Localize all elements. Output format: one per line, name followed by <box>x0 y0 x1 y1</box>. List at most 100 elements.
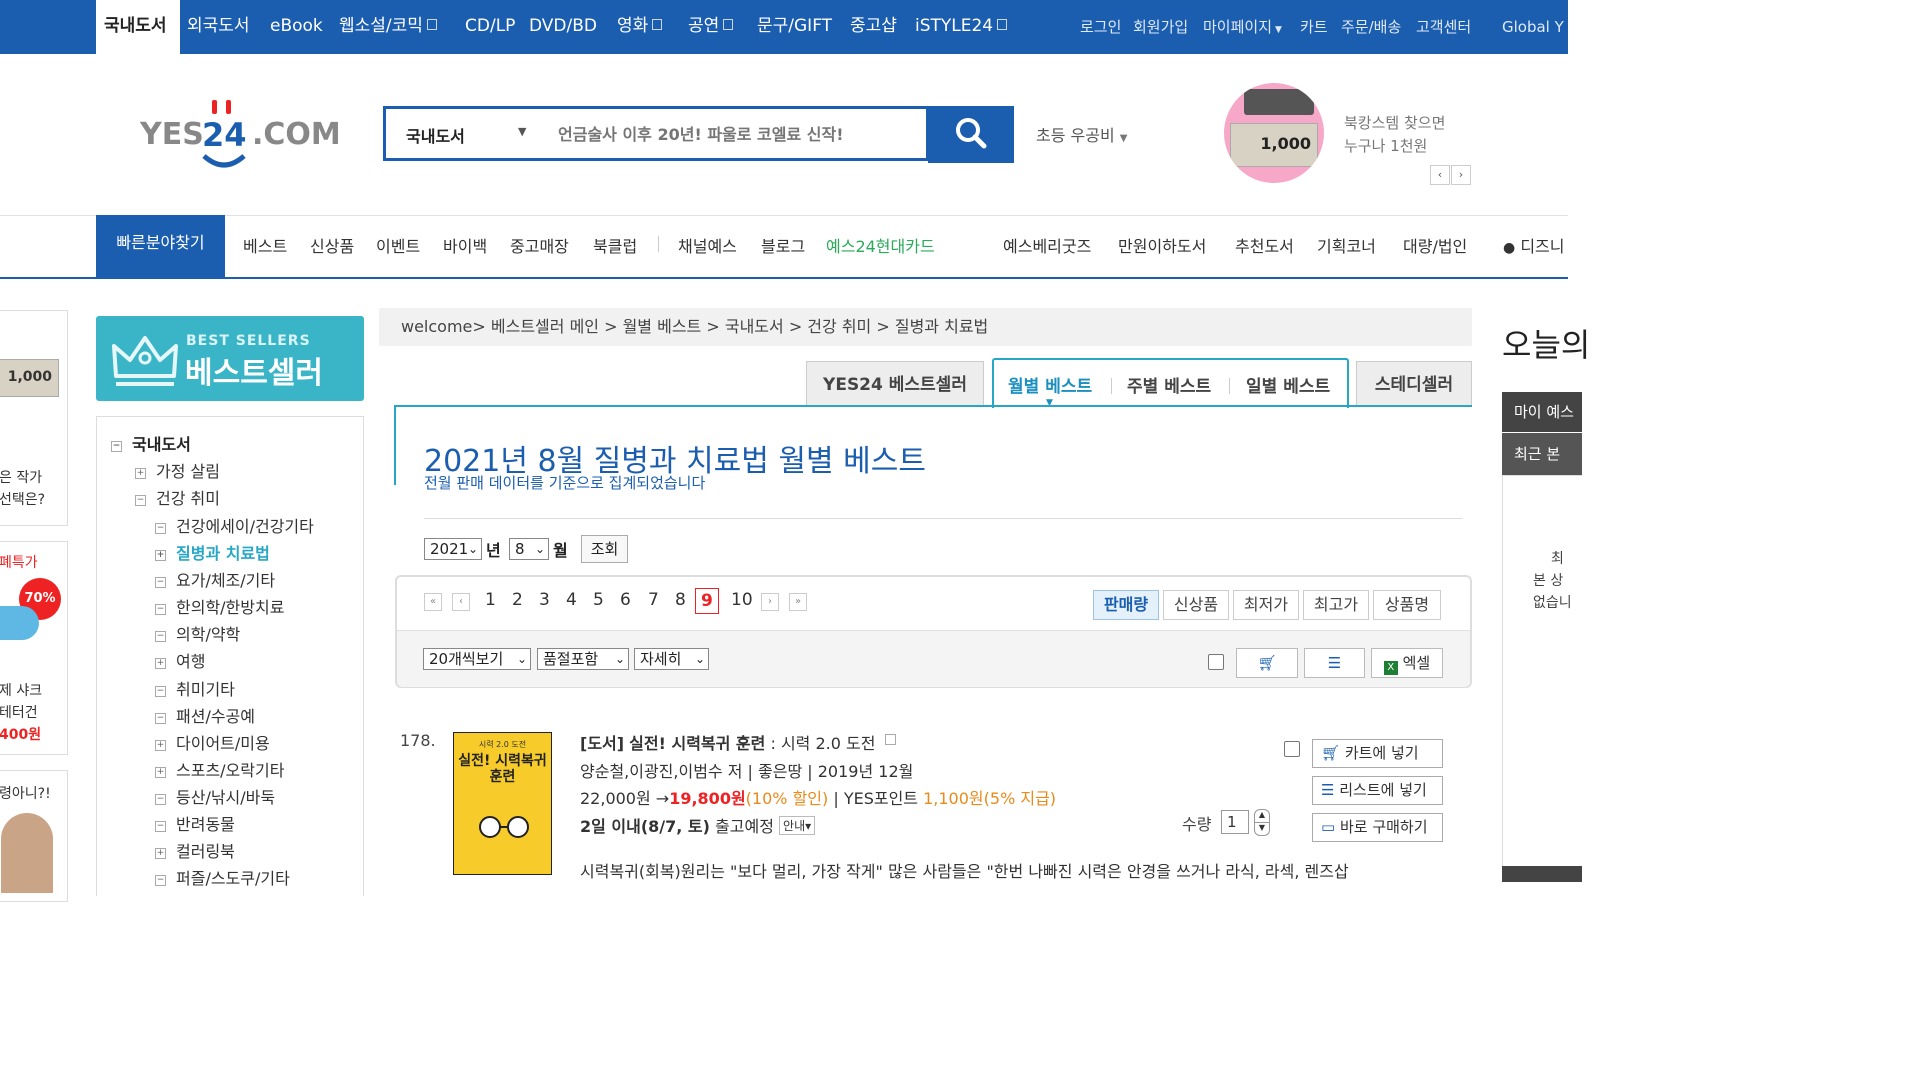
page-link[interactable]: 7 <box>648 590 659 610</box>
top-tab-domestic-books[interactable]: 국내도서 <box>96 0 180 54</box>
top-tab-webnovel[interactable]: 웹소설/코믹 <box>339 0 437 54</box>
promo-prev-button[interactable]: ‹ <box>1430 165 1450 185</box>
tab-steady-seller[interactable]: 스테디셀러 <box>1356 361 1472 407</box>
top-tab-performance[interactable]: 공연 <box>688 0 734 54</box>
nav-best[interactable]: 베스트 <box>243 233 287 257</box>
my-yes-tab[interactable]: 마이 예스 <box>1502 392 1582 432</box>
chevron-down-icon[interactable]: ▼ <box>1254 823 1270 836</box>
new-window-icon[interactable] <box>884 734 896 745</box>
sort-new[interactable]: 신상품 <box>1163 590 1229 620</box>
top-tab-cd-lp[interactable]: CD/LP <box>465 0 515 54</box>
promo-banner-image[interactable]: 1,000 <box>1224 83 1324 183</box>
nav-buyback[interactable]: 바이백 <box>443 233 487 257</box>
search-button[interactable] <box>928 106 1014 163</box>
add-selected-to-cart-button[interactable]: 🛒︎ <box>1236 648 1298 678</box>
category-sub[interactable]: − 반려동물 <box>155 811 235 835</box>
category-home-living[interactable]: + 가정 살림 <box>135 458 220 482</box>
next-page-icon[interactable]: › <box>761 593 779 611</box>
category-sub[interactable]: − 패션/수공예 <box>155 703 255 727</box>
soldout-filter-select[interactable]: 품절포함 ⌄ <box>537 648 629 670</box>
category-sub[interactable]: + 여행 <box>155 648 205 672</box>
customer-center-link[interactable]: 고객센터 <box>1416 0 1471 54</box>
quick-category-button[interactable]: 빠른분야찾기 <box>96 215 225 278</box>
category-sub[interactable]: − 요가/체조/기타 <box>155 567 275 591</box>
nav-event[interactable]: 이벤트 <box>376 233 420 257</box>
nav-bulk-corporate[interactable]: 대량/법인 <box>1403 233 1467 257</box>
tab-daily-best[interactable]: 일별 베스트 <box>1246 372 1330 397</box>
sort-highest-price[interactable]: 최고가 <box>1303 590 1369 620</box>
product-checkbox[interactable] <box>1284 741 1300 757</box>
bestseller-banner[interactable]: BEST SELLERS 베스트셀러 <box>96 316 364 401</box>
top-tab-stationery-gift[interactable]: 문구/GIFT <box>757 0 832 54</box>
sort-product-name[interactable]: 상품명 <box>1373 590 1441 620</box>
nav-under-10000[interactable]: 만원이하도서 <box>1118 233 1206 257</box>
recently-viewed-tab[interactable]: 최근 본 <box>1502 433 1582 475</box>
breadcrumb[interactable]: welcome> 베스트셀러 메인 > 월별 베스트 > 국내도서 > 건강 취… <box>379 308 1472 346</box>
category-sub[interactable]: + 다이어트/미용 <box>155 730 270 754</box>
top-tab-foreign-books[interactable]: 외국도서 <box>187 0 250 54</box>
delivery-guide-dropdown[interactable]: 안내▾ <box>779 816 816 835</box>
product-title-link[interactable]: 실전! 시력복귀 훈련 <box>629 734 765 753</box>
book-cover-image[interactable]: 시력 2.0 도전 실전! 시력복귀 훈련 <box>453 732 552 875</box>
add-to-list-button[interactable]: ☰ 리스트에 넣기 <box>1312 776 1443 805</box>
quantity-input[interactable]: 1 <box>1221 810 1249 834</box>
page-link[interactable]: 4 <box>566 590 577 610</box>
page-link[interactable]: 3 <box>539 590 550 610</box>
top-tab-dvd-bd[interactable]: DVD/BD <box>529 0 597 54</box>
page-link[interactable]: 6 <box>620 590 631 610</box>
first-page-icon[interactable]: « <box>424 593 442 611</box>
top-tab-movie[interactable]: 영화 <box>617 0 663 54</box>
prev-page-icon[interactable]: ‹ <box>452 593 470 611</box>
signup-link[interactable]: 회원가입 <box>1133 0 1188 54</box>
nav-disney[interactable]: ● 디즈니 <box>1503 233 1564 257</box>
category-sub[interactable]: − 의학/약학 <box>155 621 240 645</box>
global-link[interactable]: Global Y <box>1502 0 1564 54</box>
search-category-select[interactable]: 국내도서 <box>406 123 465 147</box>
page-link-current[interactable]: 9 <box>695 588 719 614</box>
mypage-link[interactable]: 마이페이지 ▼ <box>1203 0 1282 54</box>
per-page-select[interactable]: 20개씩보기 ⌄ <box>423 648 531 670</box>
nav-recommended[interactable]: 추천도서 <box>1235 233 1294 257</box>
search-input[interactable] <box>556 117 920 151</box>
nav-channel-yes[interactable]: 채널예스 <box>678 233 737 257</box>
login-link[interactable]: 로그인 <box>1080 0 1121 54</box>
top-tab-istyle24[interactable]: iSTYLE24 <box>915 0 1008 54</box>
category-sub[interactable]: − 건강에세이/건강기타 <box>155 513 314 537</box>
tab-monthly-best[interactable]: 월별 베스트 <box>1008 372 1092 397</box>
tab-weekly-best[interactable]: 주별 베스트 <box>1127 372 1211 397</box>
promo-text[interactable]: 북캉스템 찾으면 누구나 1천원 <box>1344 112 1445 158</box>
month-select[interactable]: 8 ⌄ <box>509 538 549 560</box>
view-mode-select[interactable]: 자세히 ⌄ <box>634 648 709 670</box>
category-health-hobby[interactable]: − 건강 취미 <box>135 485 220 509</box>
left-ad-panel-2[interactable]: 폐특가 70% 제 샤크 테터건 400원 <box>0 541 68 755</box>
nav-used-store[interactable]: 중고매장 <box>510 233 569 257</box>
chevron-up-icon[interactable]: ▲ <box>1254 809 1270 823</box>
page-link[interactable]: 1 <box>485 590 496 610</box>
year-select[interactable]: 2021 ⌄ <box>424 538 482 560</box>
excel-export-button[interactable]: X 엑셀 <box>1371 648 1443 678</box>
nav-new[interactable]: 신상품 <box>310 233 354 257</box>
add-selected-to-list-button[interactable]: ☰ <box>1304 648 1365 678</box>
cart-link[interactable]: 카트 <box>1300 0 1328 54</box>
top-tab-ebook[interactable]: eBook <box>270 0 323 54</box>
nav-bookclub[interactable]: 북클럽 <box>593 233 637 257</box>
nav-blog[interactable]: 블로그 <box>761 233 805 257</box>
category-sub[interactable]: + 스포츠/오락기타 <box>155 757 284 781</box>
page-link[interactable]: 10 <box>731 590 753 610</box>
shipping-promo-dropdown[interactable]: 초등 우공비 ▼ <box>1036 122 1127 146</box>
category-sub[interactable]: + 컬러링북 <box>155 838 235 862</box>
tab-yes24-bestseller[interactable]: YES24 베스트셀러 <box>806 361 984 407</box>
sort-sales[interactable]: 판매량 <box>1093 590 1159 620</box>
buy-now-button[interactable]: ▭ 바로 구매하기 <box>1312 813 1443 842</box>
promo-next-button[interactable]: › <box>1451 165 1471 185</box>
query-button[interactable]: 조회 <box>581 535 628 563</box>
last-page-icon[interactable]: » <box>789 593 807 611</box>
page-link[interactable]: 8 <box>675 590 686 610</box>
nav-goods[interactable]: 예스베리굿즈 <box>1003 233 1091 257</box>
page-link[interactable]: 5 <box>593 590 604 610</box>
order-delivery-link[interactable]: 주문/배송 <box>1341 0 1401 54</box>
page-link[interactable]: 2 <box>512 590 523 610</box>
category-sub[interactable]: − 취미기타 <box>155 676 235 700</box>
yes24-logo[interactable]: YES 24 .COM <box>139 96 341 176</box>
nav-hyundai-card[interactable]: 예스24현대카드 <box>826 233 935 257</box>
